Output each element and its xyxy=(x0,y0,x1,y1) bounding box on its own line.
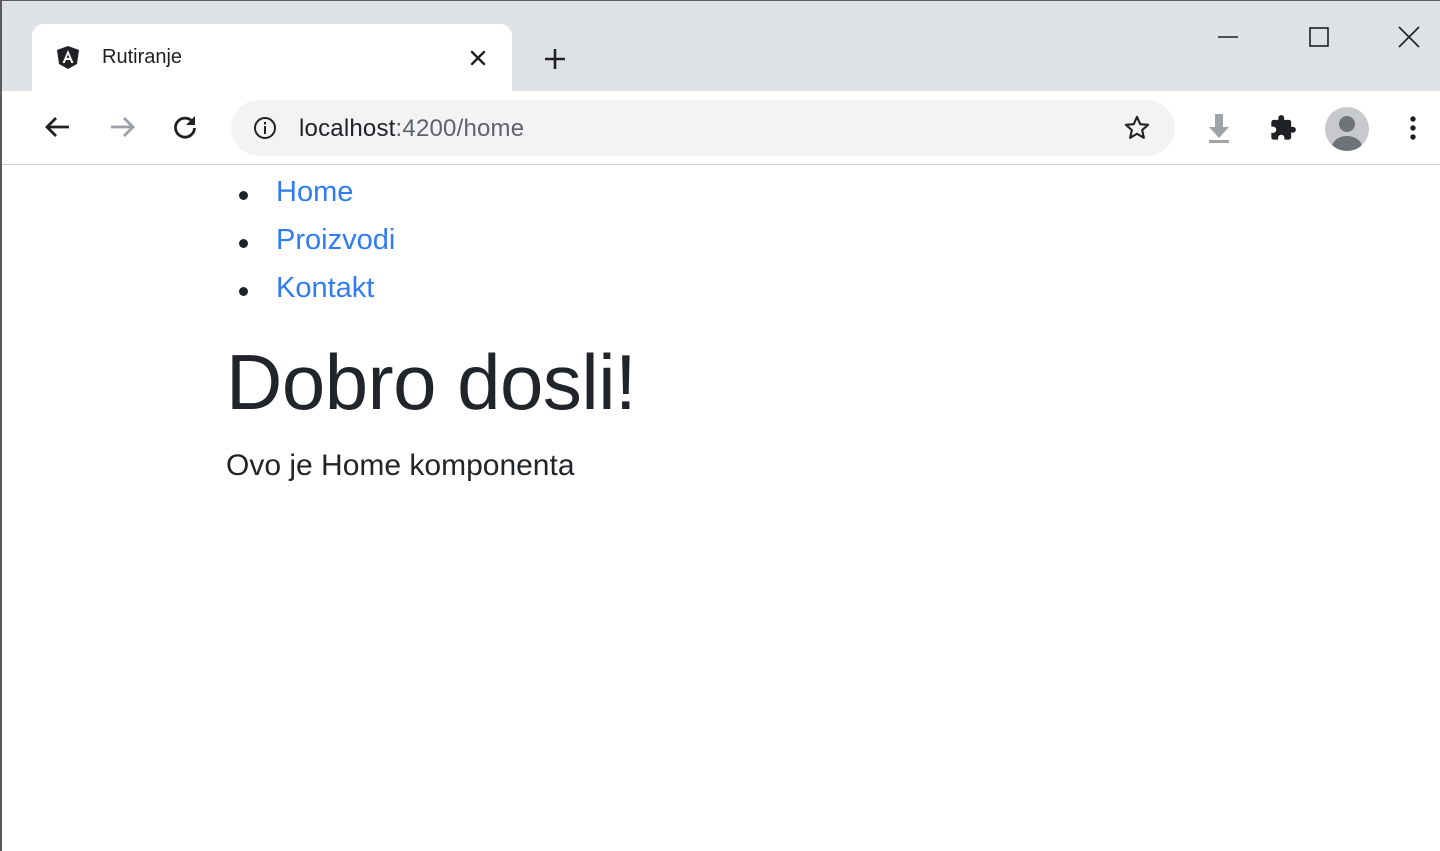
profile-icon[interactable] xyxy=(1325,107,1369,151)
page-text: Ovo je Home komponenta xyxy=(226,449,575,482)
back-arrow-icon[interactable] xyxy=(38,107,78,147)
forward-arrow-icon[interactable] xyxy=(102,107,142,147)
nav-item: Proizvodi xyxy=(226,220,1426,268)
window-close-icon[interactable] xyxy=(1385,13,1433,61)
nav-list: Home Proizvodi Kontakt xyxy=(226,172,1426,316)
nav-link-kontakt[interactable]: Kontakt xyxy=(276,272,374,304)
reload-icon[interactable] xyxy=(165,107,205,147)
browser-toolbar: localhost:4200/home xyxy=(2,91,1440,165)
star-icon[interactable] xyxy=(1123,114,1151,142)
browser-window: Rutiranje localhost:4200/home Home Proiz… xyxy=(0,0,1440,851)
minimize-icon[interactable] xyxy=(1204,13,1252,61)
browser-tab[interactable]: Rutiranje xyxy=(32,24,512,91)
tab-close-icon[interactable] xyxy=(462,42,494,74)
extensions-icon[interactable] xyxy=(1268,113,1298,143)
download-icon[interactable] xyxy=(1204,113,1234,143)
url-text: localhost:4200/home xyxy=(299,115,524,143)
nav-link-proizvodi[interactable]: Proizvodi xyxy=(276,224,395,256)
angular-logo-icon xyxy=(56,45,80,69)
maximize-icon[interactable] xyxy=(1295,13,1343,61)
tab-strip: Rutiranje xyxy=(2,1,1440,91)
nav-item: Kontakt xyxy=(226,268,1426,316)
info-icon[interactable] xyxy=(253,116,277,140)
page-content: Home Proizvodi Kontakt Dobro dosli! Ovo … xyxy=(226,166,1426,486)
kebab-menu-icon[interactable] xyxy=(1398,113,1428,143)
tab-title: Rutiranje xyxy=(102,46,183,68)
url-host: localhost xyxy=(299,115,396,142)
nav-item: Home xyxy=(226,172,1426,220)
url-path: :4200/home xyxy=(395,115,525,142)
nav-link-home[interactable]: Home xyxy=(276,176,353,208)
new-tab-icon[interactable] xyxy=(535,39,575,79)
address-bar[interactable]: localhost:4200/home xyxy=(231,100,1175,156)
page-heading: Dobro dosli! xyxy=(226,338,637,426)
